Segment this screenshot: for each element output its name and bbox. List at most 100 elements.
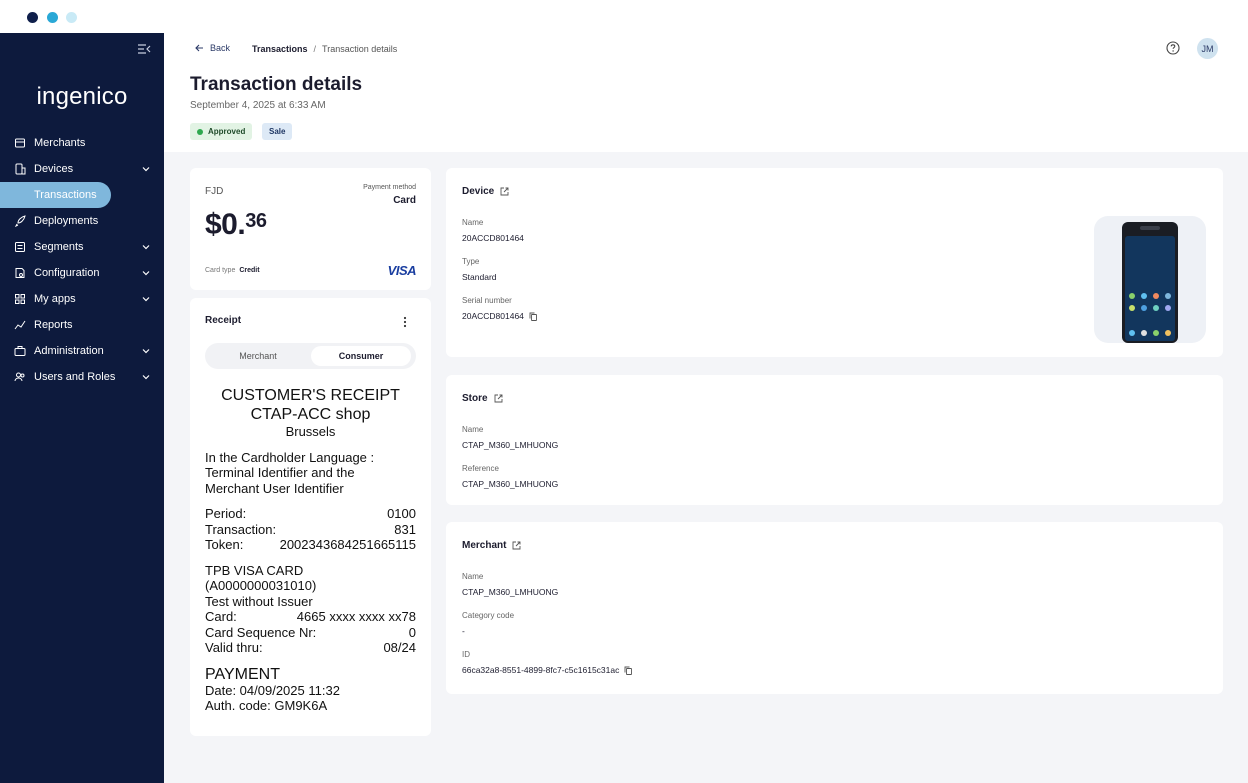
sidebar-item-label: Users and Roles xyxy=(34,371,116,383)
amount-cents: 36 xyxy=(245,210,267,232)
receipt-value: 2002343684251665115 xyxy=(279,537,416,552)
device-type-value: Standard xyxy=(462,272,497,282)
card-type-value: Credit xyxy=(239,267,260,274)
merchant-id-value: 66ca32a8-8551-4899-8fc7-c5c1615c31ac xyxy=(462,665,633,675)
tab-consumer[interactable]: Consumer xyxy=(311,346,411,366)
chevron-down-icon xyxy=(142,297,150,302)
back-label: Back xyxy=(210,43,231,53)
merchant-id-text: 66ca32a8-8551-4899-8fc7-c5c1615c31ac xyxy=(462,665,620,675)
page-header: Back Transactions / Transaction details JM… xyxy=(164,33,1248,152)
receipt-value: 08/24 xyxy=(383,640,416,655)
chevron-down-icon xyxy=(142,349,150,354)
rocket-icon xyxy=(14,215,26,227)
payment-terminal-icon xyxy=(1122,222,1178,343)
receipt-value: 831 xyxy=(394,521,416,537)
receipt-value: 4665 xxxx xxxx xx78 xyxy=(296,609,416,624)
receipt-line: Test without Issuer xyxy=(205,593,313,609)
device-serial-value: 20ACCD801464 xyxy=(462,311,537,321)
receipt-row-transaction: Transaction: 831 xyxy=(205,522,416,538)
device-name-label: Name xyxy=(462,218,484,227)
breadcrumb: Transactions / Transaction details xyxy=(252,44,397,54)
sidebar-item-reports[interactable]: Reports xyxy=(0,312,164,338)
merchant-id-label: ID xyxy=(462,650,470,659)
receipt-line: (A0000000031010) xyxy=(205,578,317,593)
sidebar-item-deployments[interactable]: Deployments xyxy=(0,208,164,234)
device-type-label: Type xyxy=(462,257,480,266)
collapse-sidebar-icon[interactable] xyxy=(137,43,151,55)
help-icon[interactable] xyxy=(1166,41,1180,55)
store-card: Store Name CTAP_M360_LMHUONG Reference C… xyxy=(446,375,1223,505)
amount-card: FJD Payment method Card $0.36 Card type C… xyxy=(190,168,431,290)
sidebar-item-administration[interactable]: Administration xyxy=(0,338,164,364)
sidebar-item-transactions[interactable]: Transactions xyxy=(0,182,111,208)
receipt-row-token: Token: 2002343684251665115 xyxy=(205,537,416,553)
copy-icon[interactable] xyxy=(529,312,537,321)
receipt-toggle: Merchant Consumer xyxy=(205,343,416,369)
payment-method-value: Card xyxy=(393,195,416,206)
receipt-shop: CTAP-ACC shop xyxy=(250,406,371,423)
config-icon xyxy=(14,267,26,279)
chevron-down-icon xyxy=(142,271,150,276)
sidebar-item-my-apps[interactable]: My apps xyxy=(0,286,164,312)
device-title-label: Device xyxy=(462,186,495,197)
merchant-title: Merchant xyxy=(462,540,521,551)
external-link-icon[interactable] xyxy=(512,541,521,550)
chevron-down-icon xyxy=(142,375,150,380)
breadcrumb-transactions[interactable]: Transactions xyxy=(252,44,308,54)
sidebar-item-users-and-roles[interactable]: Users and Roles xyxy=(0,364,164,390)
avatar[interactable]: JM xyxy=(1197,38,1218,59)
more-options-icon[interactable] xyxy=(403,316,407,328)
sidebar-item-label: Segments xyxy=(34,241,84,253)
amount: $0.36 xyxy=(205,208,267,242)
merchant-name-label: Name xyxy=(462,572,484,581)
sidebar-item-merchants[interactable]: Merchants xyxy=(0,130,164,156)
sidebar-item-segments[interactable]: Segments xyxy=(0,234,164,260)
chevron-down-icon xyxy=(142,167,150,172)
receipt-key: Card: xyxy=(205,609,237,624)
payment-method-label: Payment method xyxy=(363,184,416,191)
receipt-payment: PAYMENT xyxy=(205,665,280,683)
page-title: Transaction details xyxy=(190,74,363,95)
sidebar-item-label: Configuration xyxy=(34,267,100,279)
copy-icon[interactable] xyxy=(624,666,633,675)
external-link-icon[interactable] xyxy=(500,187,509,196)
receipt-line: Merchant User Identifier xyxy=(205,480,344,496)
status-dot-icon xyxy=(197,128,203,135)
sidebar-item-label: My apps xyxy=(34,293,76,305)
sidebar-item-label: Deployments xyxy=(34,215,99,227)
list-icon xyxy=(14,241,26,253)
store-ref-label: Reference xyxy=(462,464,499,473)
currency: FJD xyxy=(205,186,224,197)
back-button[interactable]: Back xyxy=(195,43,230,53)
sidebar-item-configuration[interactable]: Configuration xyxy=(0,260,164,286)
merchant-category-value: - xyxy=(462,626,465,636)
receipt-value: 0 xyxy=(408,624,416,640)
window-dot-dark xyxy=(27,12,38,23)
users-icon xyxy=(14,371,26,383)
ingenico-logo: ingenico xyxy=(36,83,128,110)
amount-main: $0. xyxy=(205,208,246,241)
store-name-value: CTAP_M360_LMHUONG xyxy=(462,440,559,450)
type-badge: Sale xyxy=(262,123,293,140)
apps-grid-icon xyxy=(14,293,26,305)
merchant-title-label: Merchant xyxy=(462,540,507,551)
store-name-label: Name xyxy=(462,425,484,434)
chart-line-icon xyxy=(14,319,26,331)
window-dot-blue xyxy=(47,12,58,23)
merchant-card: Merchant Name CTAP_M360_LMHUONG Category… xyxy=(446,522,1223,694)
sidebar-item-label: Devices xyxy=(34,163,74,175)
external-link-icon[interactable] xyxy=(494,394,503,403)
receipt-line: Date: 04/09/2025 11:32 xyxy=(205,682,340,698)
breadcrumb-current: Transaction details xyxy=(322,44,398,54)
visa-logo: VISA xyxy=(387,263,417,278)
receipt-key: Valid thru: xyxy=(205,640,263,655)
sidebar-item-devices[interactable]: Devices xyxy=(0,156,164,182)
arrow-left-icon xyxy=(195,44,203,52)
store-ref-value: CTAP_M360_LMHUONG xyxy=(462,479,559,489)
receipt-line: In the Cardholder Language : xyxy=(205,449,375,465)
device-title: Device xyxy=(462,186,509,197)
receipt-body: CUSTOMER'S RECEIPT CTAP-ACC shop Brussel… xyxy=(205,386,416,714)
tab-merchant[interactable]: Merchant xyxy=(208,346,308,366)
status-badge: Approved xyxy=(190,123,253,140)
receipt-line: TPB VISA CARD xyxy=(205,562,304,578)
